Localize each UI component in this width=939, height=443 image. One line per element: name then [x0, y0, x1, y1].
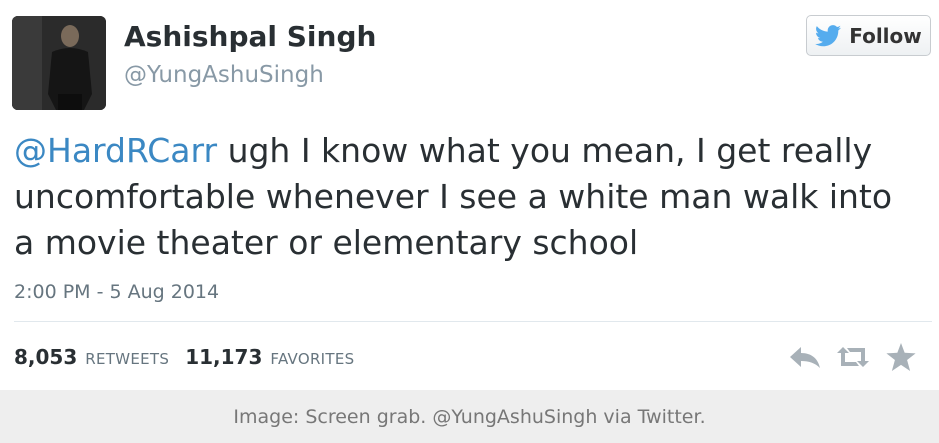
retweets-count[interactable]: 8,053 — [14, 345, 77, 369]
tweet-card: Ashishpal Singh @YungAshuSingh Follow @H… — [0, 0, 939, 390]
retweet-button[interactable] — [836, 344, 870, 374]
caption-bar: Image: Screen grab. @YungAshuSingh via T… — [0, 390, 939, 443]
divider — [14, 321, 932, 322]
timestamp[interactable]: 2:00 PM - 5 Aug 2014 — [14, 281, 219, 303]
reply-button[interactable] — [788, 344, 822, 374]
star-icon — [886, 343, 916, 375]
author-handle[interactable]: @YungAshuSingh — [124, 62, 324, 88]
reply-icon — [789, 345, 821, 373]
favorites-label[interactable]: FAVORITES — [270, 350, 354, 368]
twitter-bird-icon — [815, 24, 842, 47]
avatar[interactable] — [12, 16, 106, 110]
follow-button[interactable]: Follow — [806, 15, 931, 56]
image-caption: Image: Screen grab. @YungAshuSingh via T… — [233, 405, 706, 428]
follow-label: Follow — [849, 23, 922, 48]
mention-link[interactable]: @HardRCarr — [14, 131, 217, 170]
tweet-stats: 8,053 RETWEETS 11,173 FAVORITES — [14, 345, 362, 369]
tweet-text: @HardRCarr ugh I know what you mean, I g… — [14, 128, 919, 266]
author-name[interactable]: Ashishpal Singh — [124, 20, 376, 53]
favorites-count[interactable]: 11,173 — [185, 345, 262, 369]
tweet-actions — [788, 343, 918, 375]
favorite-button[interactable] — [884, 343, 918, 375]
retweet-icon — [836, 345, 870, 373]
retweets-label[interactable]: RETWEETS — [85, 350, 169, 368]
